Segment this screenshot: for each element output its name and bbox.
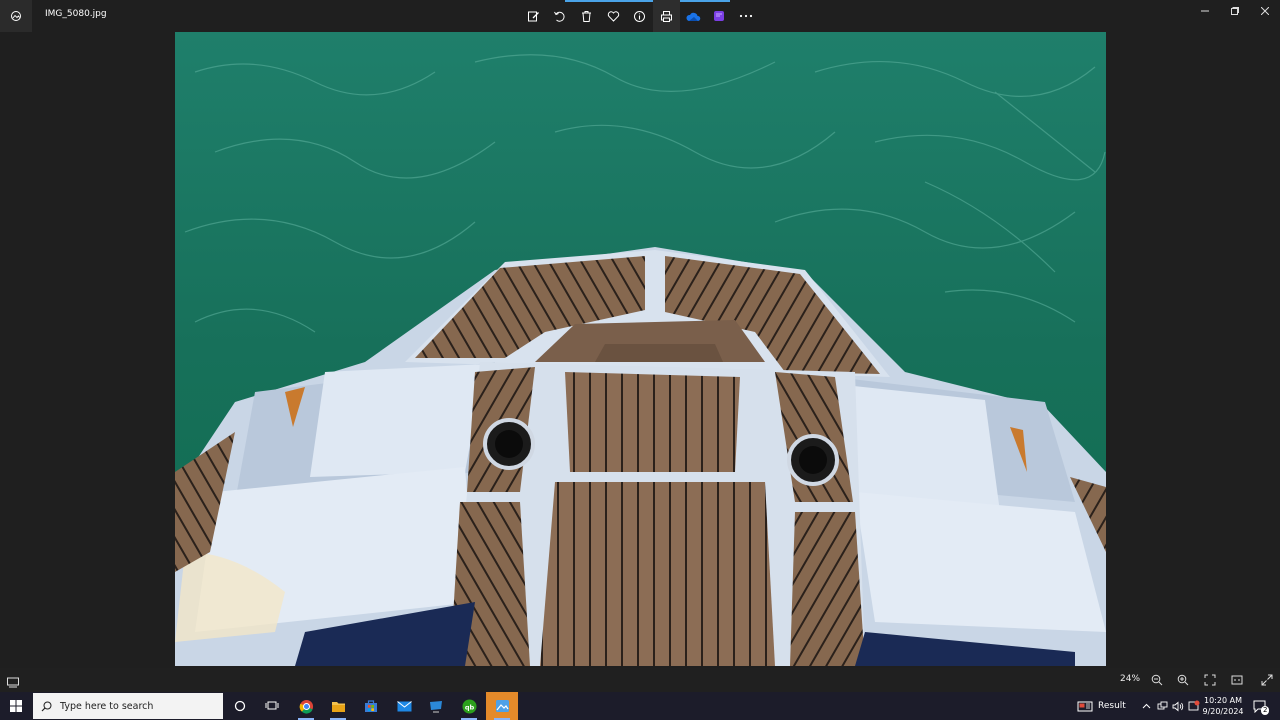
clipchamp-icon: [714, 11, 725, 21]
chevron-up-icon: [1142, 703, 1150, 709]
favorite-button[interactable]: [600, 0, 627, 32]
network-icon: [1157, 701, 1167, 709]
windows-taskbar: Type here to search qb Result 10:20 AM 9…: [0, 692, 1280, 720]
filmstrip-toggle-button[interactable]: [6, 673, 20, 692]
start-button[interactable]: [0, 692, 32, 720]
photo-viewer-image[interactable]: [175, 32, 1106, 666]
clock-date: 9/20/2024: [1202, 707, 1244, 716]
close-icon: [1261, 7, 1269, 15]
fit-icon: [1204, 674, 1216, 686]
filmstrip-icon: [7, 677, 19, 688]
window-controls: [1190, 0, 1280, 22]
volume-tray-button[interactable]: [1171, 692, 1185, 720]
title-bar: IMG_5080.jpg: [0, 0, 1280, 32]
taskbar-photos[interactable]: [486, 692, 518, 720]
minimize-icon: [1201, 10, 1209, 12]
maximize-button[interactable]: [1220, 0, 1250, 22]
actual-size-button[interactable]: [1228, 671, 1246, 689]
result-label: Result: [1098, 701, 1126, 711]
taskbar-microsoft-store[interactable]: [355, 692, 387, 720]
task-view-button[interactable]: [256, 692, 288, 720]
taskbar-chrome[interactable]: [290, 692, 322, 720]
edit-image-button[interactable]: [520, 0, 547, 32]
onedrive-button[interactable]: [680, 0, 707, 32]
cortana-icon: [234, 700, 246, 712]
print-button[interactable]: [652, 0, 680, 32]
taskbar-remote-desktop[interactable]: [420, 692, 452, 720]
actual-size-icon: [1231, 675, 1243, 685]
photos-icon: [495, 700, 509, 712]
edit-icon: [527, 11, 539, 21]
cloud-icon: [686, 12, 701, 21]
system-clock[interactable]: 10:20 AM 9/20/2024: [1200, 695, 1246, 717]
result-widget[interactable]: Result: [1077, 692, 1126, 720]
heart-icon: [607, 10, 619, 22]
sync-tray-button[interactable]: [1187, 692, 1201, 720]
network-tray-button[interactable]: [1155, 692, 1169, 720]
weather-news-icon: [1077, 701, 1093, 711]
zoom-out-button[interactable]: [1148, 671, 1166, 689]
file-info-button[interactable]: [626, 0, 653, 32]
close-button[interactable]: [1250, 0, 1280, 22]
action-center-button[interactable]: 2: [1250, 692, 1270, 720]
fit-to-window-button[interactable]: [1201, 671, 1219, 689]
trash-icon: [581, 10, 591, 22]
taskbar-mail[interactable]: [388, 692, 420, 720]
quickbooks-icon: qb: [461, 698, 477, 714]
print-icon: [660, 10, 672, 22]
chrome-icon: [299, 699, 313, 714]
speaker-icon: [1172, 701, 1184, 711]
expand-icon: [1261, 674, 1273, 686]
search-placeholder: Type here to search: [60, 700, 154, 712]
taskbar-quickbooks[interactable]: qb: [453, 692, 485, 720]
more-button[interactable]: [733, 0, 760, 32]
rotate-icon: [554, 11, 565, 22]
zoom-in-button[interactable]: [1174, 671, 1192, 689]
rotate-button[interactable]: [547, 0, 574, 32]
image-toolbar: [520, 0, 759, 32]
mail-icon: [396, 700, 412, 711]
more-icon: [739, 14, 753, 18]
info-icon: [634, 10, 646, 22]
cortana-button[interactable]: [224, 692, 256, 720]
remote-desktop-icon: [430, 700, 442, 712]
show-hidden-icons-button[interactable]: [1139, 692, 1153, 720]
full-screen-button[interactable]: [1258, 671, 1276, 689]
zoom-in-icon: [1177, 674, 1189, 686]
store-icon: [365, 700, 377, 712]
minimize-button[interactable]: [1190, 0, 1220, 22]
clipchamp-button[interactable]: [706, 0, 733, 32]
clock-time: 10:20 AM: [1204, 696, 1242, 705]
boat-photo: [175, 32, 1106, 666]
delete-button[interactable]: [573, 0, 600, 32]
sync-alert-icon: [1188, 700, 1200, 711]
file-name: IMG_5080.jpg: [45, 9, 107, 19]
zoom-level: 24%: [1120, 674, 1141, 684]
restore-icon: [1231, 7, 1239, 15]
search-icon: [41, 701, 52, 711]
taskbar-search-box[interactable]: Type here to search: [33, 693, 223, 719]
photos-app-icon[interactable]: [0, 0, 32, 32]
folder-icon: [331, 701, 345, 712]
svg-text:qb: qb: [464, 703, 474, 711]
taskbar-file-explorer[interactable]: [322, 692, 354, 720]
task-view-icon: [265, 701, 279, 710]
notification-count: 2: [1261, 706, 1270, 715]
zoom-out-icon: [1151, 674, 1163, 686]
windows-logo-icon: [10, 700, 22, 712]
viewer-status-bar: 24%: [0, 668, 1280, 692]
